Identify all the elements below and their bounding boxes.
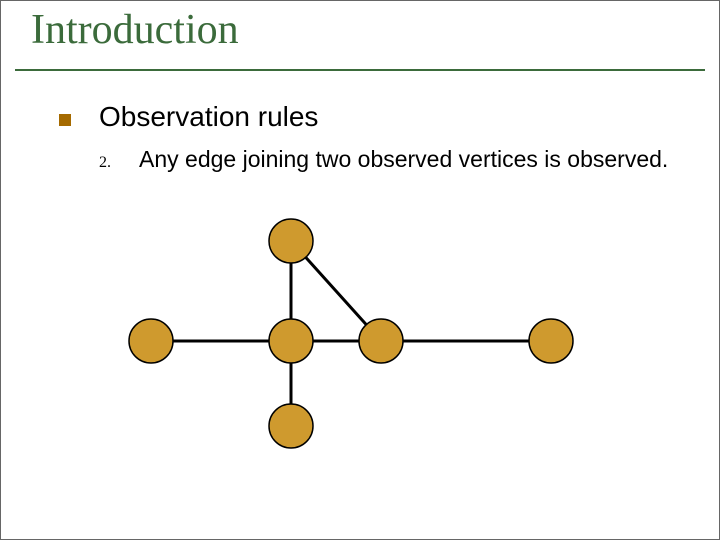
graph-diagram bbox=[111, 211, 611, 471]
bullet-icon bbox=[59, 114, 71, 126]
bullet-text: Observation rules bbox=[99, 101, 318, 133]
graph-node bbox=[129, 319, 173, 363]
graph-node bbox=[359, 319, 403, 363]
graph-node bbox=[529, 319, 573, 363]
graph-node bbox=[269, 319, 313, 363]
slide: Introduction Observation rules 2. Any ed… bbox=[0, 0, 720, 540]
graph-node bbox=[269, 404, 313, 448]
title-underline bbox=[15, 69, 705, 71]
sub-bullet-number: 2. bbox=[99, 154, 139, 172]
sub-bullet-row: 2. Any edge joining two observed vertice… bbox=[99, 146, 668, 173]
sub-bullet-text: Any edge joining two observed vertices i… bbox=[139, 146, 668, 173]
bullet-row: Observation rules bbox=[59, 101, 318, 133]
page-title: Introduction bbox=[31, 6, 239, 54]
graph-node bbox=[269, 219, 313, 263]
